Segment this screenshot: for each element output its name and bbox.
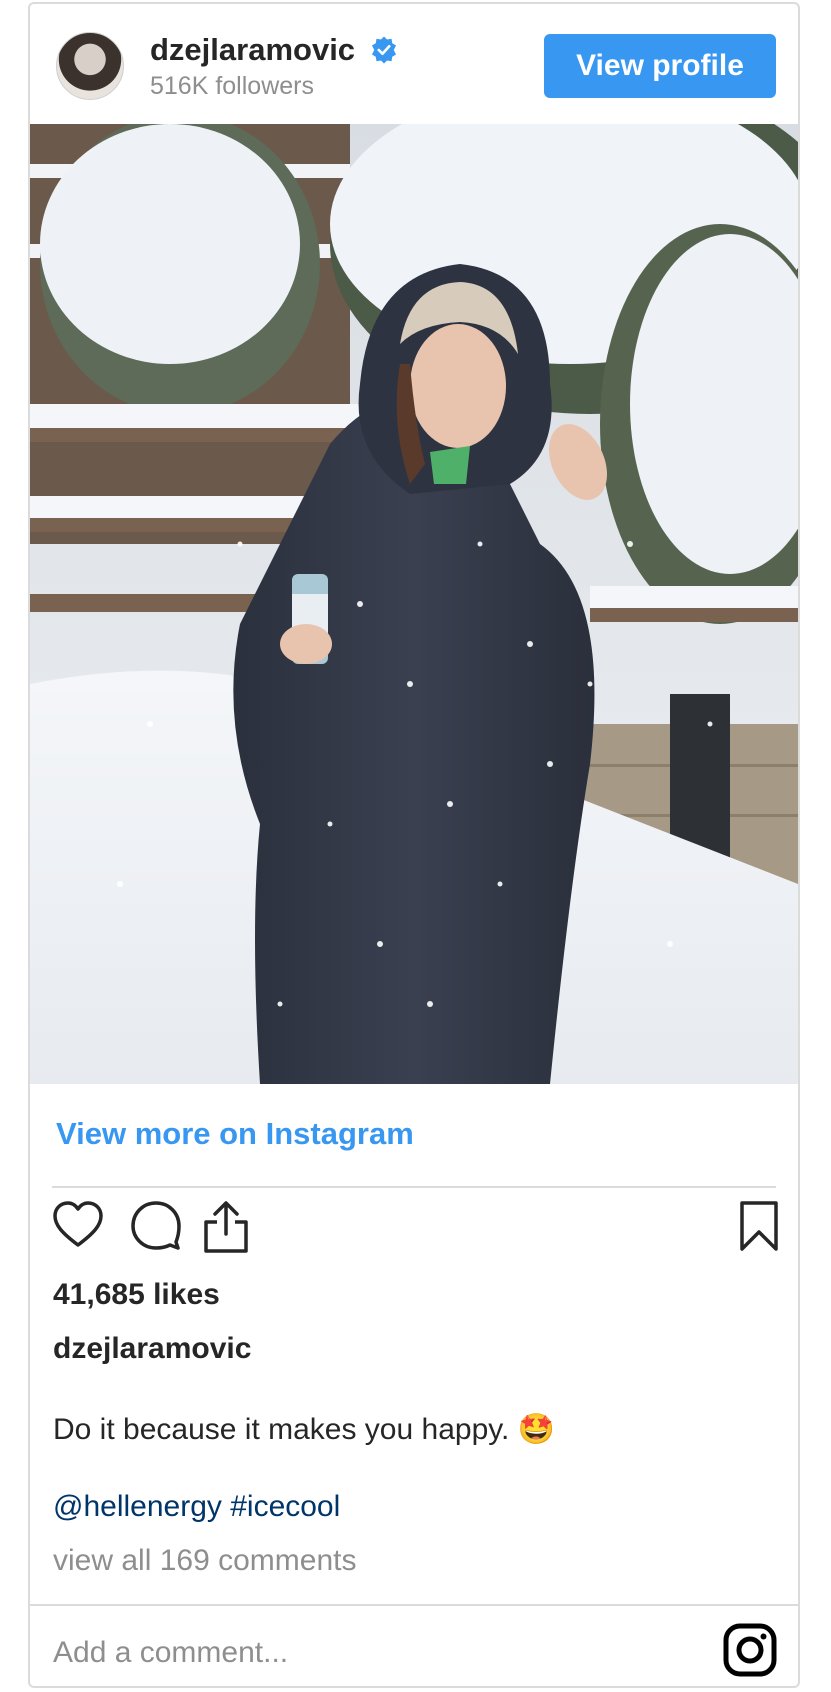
add-comment-input[interactable]: Add a comment...	[53, 1636, 288, 1670]
caption-tags[interactable]: @hellenergy #icecool	[53, 1490, 340, 1524]
avatar[interactable]	[56, 32, 124, 100]
post-photo	[30, 124, 798, 1084]
caption-text: Do it because it makes you happy. 🤩	[53, 1413, 556, 1446]
instagram-logo-icon[interactable]	[722, 1622, 778, 1678]
view-more-on-instagram-link[interactable]: View more on Instagram	[56, 1116, 414, 1152]
username[interactable]: dzejlaramovic	[150, 32, 355, 68]
verified-badge-icon	[372, 36, 396, 64]
view-profile-button[interactable]: View profile	[544, 34, 776, 98]
follower-count: 516K followers	[150, 72, 314, 100]
divider	[52, 1186, 776, 1188]
caption-username[interactable]: dzejlaramovic	[53, 1332, 251, 1366]
comment-icon[interactable]	[130, 1200, 182, 1252]
post-header: dzejlaramovic 516K followers View profil…	[30, 4, 798, 124]
post-image[interactable]	[30, 124, 798, 1084]
instagram-embed-card: dzejlaramovic 516K followers View profil…	[28, 2, 800, 1688]
share-icon[interactable]	[202, 1200, 250, 1254]
action-bar	[52, 1200, 778, 1260]
view-all-comments-link[interactable]: view all 169 comments	[53, 1544, 356, 1578]
like-count[interactable]: 41,685 likes	[53, 1278, 220, 1312]
divider	[30, 1604, 798, 1606]
bookmark-icon[interactable]	[738, 1200, 780, 1252]
heart-icon[interactable]	[52, 1200, 104, 1250]
